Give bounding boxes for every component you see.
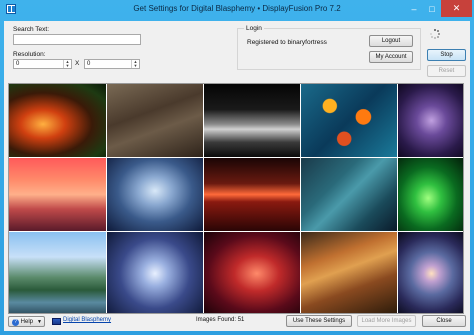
app-window: Get Settings for Digital Blasphemy • Dis…: [0, 0, 474, 335]
registration-status: Registered to binaryfortress: [247, 39, 327, 46]
displayfusion-app-icon: [6, 4, 16, 14]
stop-button[interactable]: Stop: [427, 49, 466, 61]
help-button[interactable]: ? Help ▼: [8, 316, 45, 327]
chevron-down-icon: ▼: [37, 319, 42, 325]
loading-spinner-icon: [430, 29, 440, 39]
wallpaper-thumbnail[interactable]: [9, 84, 106, 157]
resolution-height-field[interactable]: 0 ▲ ▼: [84, 59, 140, 69]
search-label: Search Text:: [13, 26, 50, 33]
wallpaper-thumbnail[interactable]: [398, 84, 463, 157]
wallpaper-thumbnail[interactable]: [107, 158, 203, 231]
wallpaper-thumbnail[interactable]: [301, 84, 397, 157]
search-input[interactable]: [13, 34, 141, 45]
resolution-separator: X: [75, 60, 80, 67]
wallpaper-thumbnail[interactable]: [9, 232, 106, 313]
login-group-title: Login: [244, 25, 264, 32]
help-label: Help: [20, 319, 34, 325]
dialog-body: Search Text: Resolution: 0 ▲ ▼ X 0 ▲ ▼ Log…: [4, 21, 470, 331]
source-logo-icon: [52, 318, 61, 325]
question-icon: ?: [12, 318, 19, 326]
reset-button[interactable]: Reset: [427, 65, 466, 77]
resolution-label: Resolution:: [13, 51, 46, 58]
resolution-height-value: 0: [87, 61, 91, 67]
wallpaper-thumbnail[interactable]: [204, 158, 300, 231]
login-group: Login Registered to binaryfortress Logou…: [237, 25, 421, 70]
logout-button[interactable]: Logout: [369, 35, 413, 47]
wallpaper-thumbnail[interactable]: [398, 158, 463, 231]
wallpaper-thumbnail[interactable]: [107, 84, 203, 157]
digital-blasphemy-link[interactable]: Digital Blasphemy: [63, 317, 111, 323]
load-more-images-button[interactable]: Load More Images: [357, 315, 416, 327]
title-bar[interactable]: Get Settings for Digital Blasphemy • Dis…: [0, 0, 474, 20]
window-close-button[interactable]: ✕: [441, 0, 472, 17]
window-title: Get Settings for Digital Blasphemy • Dis…: [133, 4, 341, 13]
resolution-width-value: 0: [16, 61, 20, 67]
use-these-settings-button[interactable]: Use These Settings: [286, 315, 352, 327]
maximize-button[interactable]: □: [423, 0, 441, 17]
resolution-width-field[interactable]: 0 ▲ ▼: [13, 59, 72, 69]
width-spin-buttons[interactable]: ▲ ▼: [63, 60, 71, 68]
wallpaper-thumbnail[interactable]: [398, 232, 463, 313]
height-spin-buttons[interactable]: ▲ ▼: [131, 60, 139, 68]
wallpaper-thumbnail[interactable]: [301, 158, 397, 231]
wallpaper-thumbnail[interactable]: [204, 232, 300, 313]
wallpaper-thumbnail[interactable]: [107, 232, 203, 313]
my-account-button[interactable]: My Account: [369, 51, 413, 63]
wallpaper-thumbnail[interactable]: [301, 232, 397, 313]
minimize-button[interactable]: –: [405, 0, 423, 17]
close-button[interactable]: Close: [422, 315, 466, 327]
wallpaper-thumbnail[interactable]: [9, 158, 106, 231]
wallpaper-thumbnail[interactable]: [204, 84, 300, 157]
image-gallery: [8, 83, 464, 314]
images-found-count: Images Found: 51: [196, 317, 245, 323]
